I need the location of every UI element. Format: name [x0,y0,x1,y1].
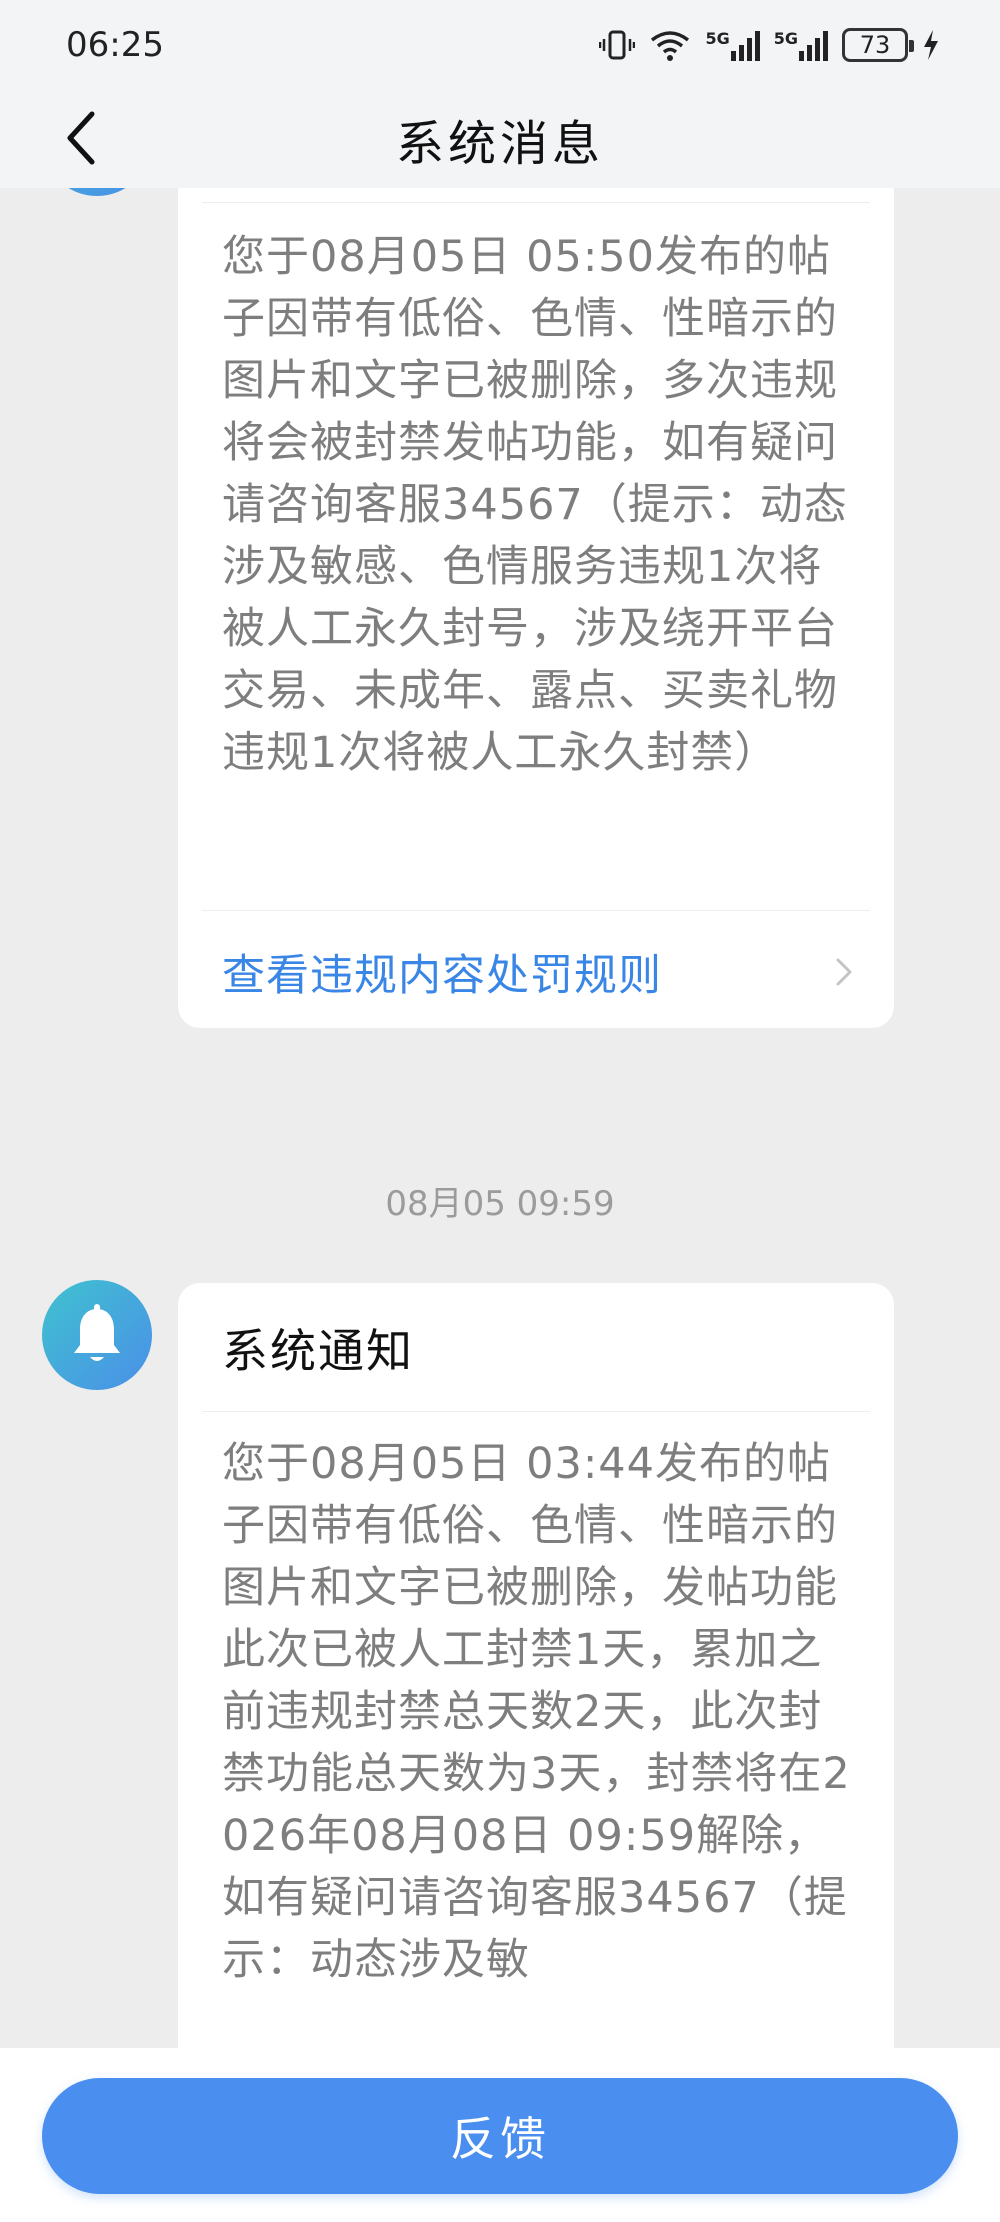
battery-level: 73 [859,31,891,59]
chevron-left-icon [67,111,95,165]
bottom-bar: 反馈 [0,2048,1000,2222]
avatar [42,1280,152,1390]
signal-5g-icon: 5G [774,29,828,61]
view-rules-link-label: 查看违规内容处罚规则 [222,951,662,1001]
message-title: 系统通知 [222,1324,414,1378]
status-time: 06:25 [66,25,164,65]
battery-icon: 73 [842,28,914,62]
charging-icon [922,29,940,61]
status-bar: 06:25 5G 5G 73 [0,0,1000,90]
message-timestamp: 08月05 09:59 [385,1184,615,1224]
message-card: 系统通知 您于08月05日 03:44发布的帖子因带有低俗、色情、性暗示的图片和… [178,1283,894,2048]
view-rules-link[interactable]: 查看违规内容处罚规则 [222,936,858,1008]
nav-bar: 系统消息 [0,90,1000,188]
message-body: 您于08月05日 03:44发布的帖子因带有低俗、色情、性暗示的图片和文字已被删… [222,1439,851,1985]
page-title: 系统消息 [395,116,604,172]
bell-icon [74,1304,120,1361]
feedback-button[interactable]: 反馈 [42,2078,958,2194]
divider [202,202,870,203]
wifi-icon [649,28,691,62]
message-body: 您于08月05日 05:50发布的帖子因带有低俗、色情、性暗示的图片和文字已被删… [222,232,848,778]
chevron-right-icon [836,958,852,986]
divider [202,1411,870,1412]
signal-5g-icon: 5G [705,29,760,61]
divider [202,910,870,911]
signal2-label: 5G [773,29,798,48]
message-list[interactable]: 您于08月05日 05:50发布的帖子因带有低俗、色情、性暗示的图片和文字已被删… [0,188,1000,2048]
signal1-label: 5G [705,29,730,48]
vibrate-icon [599,27,636,63]
avatar [42,188,152,196]
status-icons: 5G 5G 73 [599,27,940,63]
back-button[interactable] [52,108,112,168]
message-card: 您于08月05日 05:50发布的帖子因带有低俗、色情、性暗示的图片和文字已被删… [178,188,894,1028]
